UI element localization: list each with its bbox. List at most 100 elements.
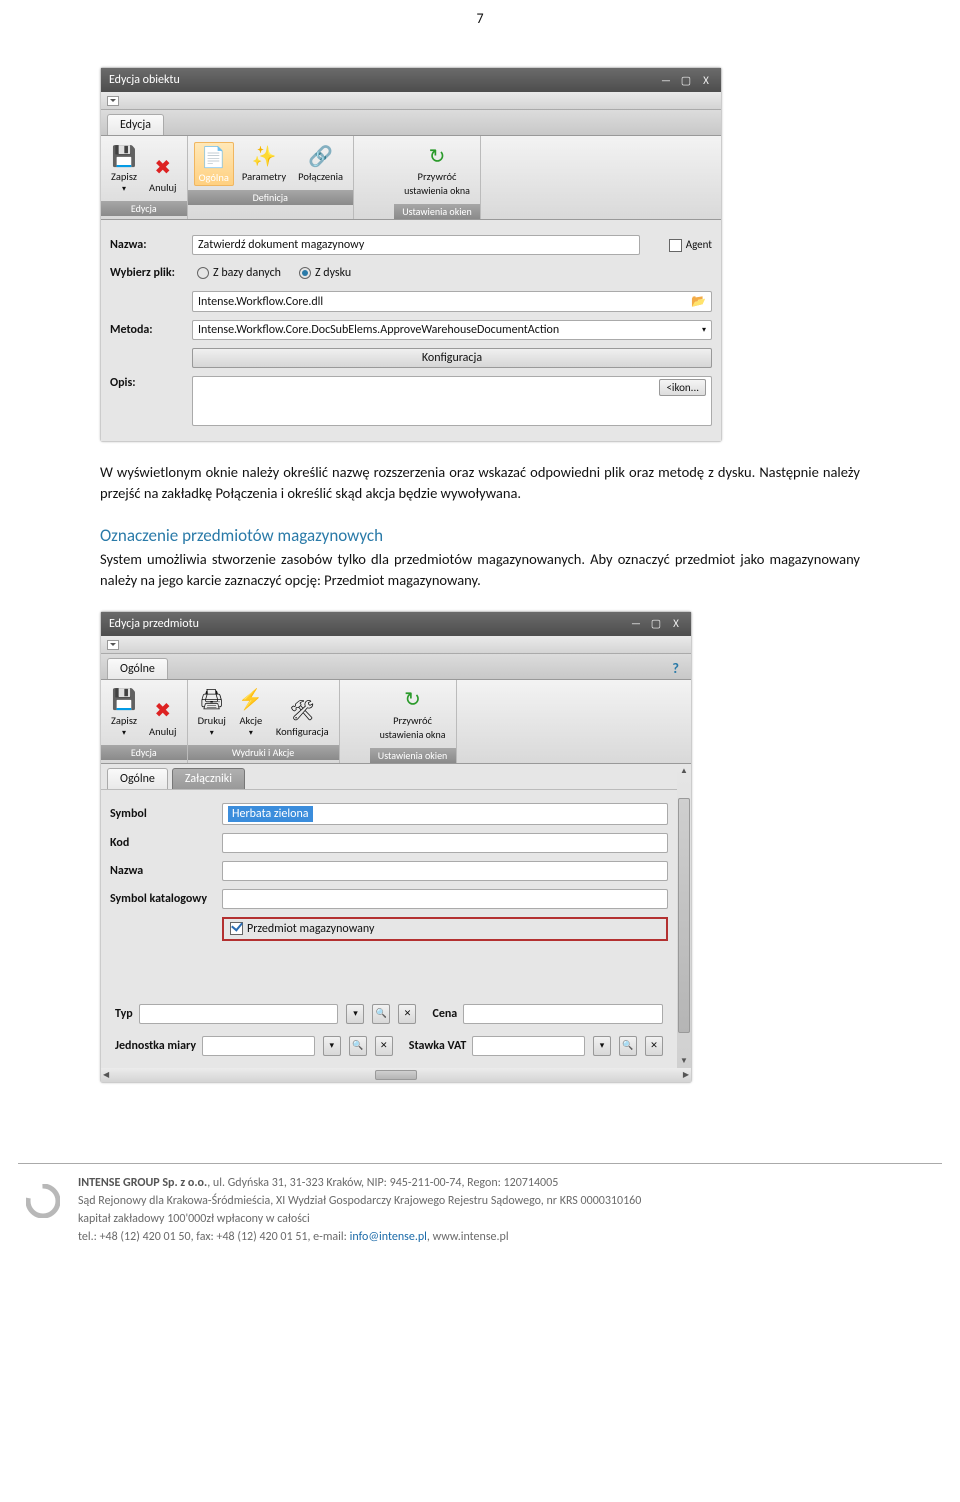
metoda-input[interactable]: Intense.Workflow.Core.DocSubElems.Approv… [192, 320, 712, 340]
tab-ogolne[interactable]: Ogólne [107, 658, 168, 679]
kod-input[interactable] [222, 833, 668, 853]
minimize-icon[interactable]: — [659, 74, 673, 86]
screenshot-edycja-przedmiotu: Edycja przedmiotu — ▢ X Ogólne ? 💾Zapisz… [100, 611, 692, 1083]
cancel-icon: ✖ [150, 154, 176, 180]
dropdown-icon[interactable]: ▾ [593, 1036, 611, 1056]
close-icon[interactable]: X [669, 618, 683, 630]
footer-email-link[interactable]: info@intense.pl [350, 1230, 427, 1244]
przywroc-button[interactable]: ↻Przywróćustawienia okna [400, 140, 474, 200]
close-icon[interactable]: X [699, 74, 713, 86]
nazwa-input[interactable] [222, 861, 668, 881]
search-icon[interactable]: 🔍 [372, 1004, 390, 1024]
ogolna-button[interactable]: 📄Ogólna [194, 142, 234, 186]
dropdown-icon[interactable] [107, 640, 119, 650]
page-footer: INTENSE GROUP Sp. z o.o., ul. Gdyńska 31… [18, 1163, 942, 1276]
footer-line2: Sąd Rejonowy dla Krakowa-Śródmieścia, XI… [78, 1192, 942, 1210]
dropdown-icon[interactable] [107, 96, 119, 106]
browse-icon[interactable]: 📂 [691, 294, 706, 309]
label-symbol: Symbol [109, 802, 221, 826]
przywroc-button[interactable]: ↻Przywróćustawienia okna [376, 684, 450, 744]
print-icon: 🖨 [199, 687, 225, 713]
ribbon-group-definicja: Definicja [188, 190, 354, 205]
cancel-icon: ✖ [150, 698, 176, 724]
radio-icon [299, 267, 311, 279]
titlebar[interactable]: Edycja obiektu — ▢ X [101, 68, 721, 92]
label-nazwa: Nazwa [109, 860, 221, 882]
restore-icon: ↻ [400, 687, 426, 713]
ribbon: 💾Zapisz▾ ✖Anuluj Edycja 🖨Drukuj▾ ⚡Akcje▾… [101, 680, 691, 764]
symbol-input[interactable]: Herbata zielona [222, 803, 668, 825]
minimize-icon[interactable]: — [629, 618, 643, 630]
drukuj-button[interactable]: 🖨Drukuj▾ [194, 684, 230, 741]
anuluj-button[interactable]: ✖Anuluj [145, 151, 181, 197]
parameters-icon: ✨ [251, 143, 277, 169]
search-icon[interactable]: 🔍 [349, 1036, 367, 1056]
subtab-zalaczniki[interactable]: Załączniki [172, 768, 245, 789]
radio-z-dysku[interactable]: Z dysku [299, 266, 351, 280]
akcje-button[interactable]: ⚡Akcje▾ [234, 684, 268, 741]
ribbon-group-edycja: Edycja [101, 201, 187, 216]
menubar[interactable] [101, 636, 691, 654]
symbol-kat-input[interactable] [222, 889, 668, 909]
subtab-ogolne[interactable]: Ogólne [107, 768, 168, 789]
maximize-icon[interactable]: ▢ [649, 618, 663, 630]
zapisz-button[interactable]: 💾Zapisz▾ [107, 140, 141, 197]
company-logo-icon [26, 1184, 60, 1218]
dropdown-icon[interactable]: ▾ [323, 1036, 341, 1056]
tabstrip: Edycja [101, 110, 721, 136]
scroll-up-icon[interactable]: ▲ [680, 766, 688, 776]
ribbon-group-ustawienia: Ustawienia okien [394, 204, 480, 219]
scroll-right-icon[interactable]: ▶ [683, 1070, 689, 1080]
zapisz-button[interactable]: 💾Zapisz▾ [107, 684, 141, 741]
konfiguracja-button[interactable]: 🛠Konfiguracja [272, 695, 333, 741]
search-icon[interactable]: 🔍 [619, 1036, 637, 1056]
label-opis: Opis: [109, 375, 191, 427]
footer-company: INTENSE GROUP Sp. z o.o. [78, 1176, 207, 1190]
window-title: Edycja przedmiotu [109, 617, 623, 631]
maximize-icon[interactable]: ▢ [679, 74, 693, 86]
source-radio-group: Z bazy danych Z dysku [192, 263, 712, 283]
dropdown-icon[interactable]: ▾ [346, 1004, 364, 1024]
ribbon-group-edycja: Edycja [101, 745, 187, 760]
opis-textarea[interactable]: <ikon... [192, 376, 712, 426]
dropdown-icon[interactable]: ▾ [702, 325, 706, 335]
typ-input[interactable] [139, 1004, 339, 1024]
help-icon[interactable]: ? [672, 659, 685, 677]
menubar[interactable] [101, 92, 721, 110]
agent-checkbox[interactable] [669, 239, 682, 252]
label-kod: Kod [109, 832, 221, 854]
horizontal-scrollbar[interactable]: ◀▶ [101, 1068, 691, 1082]
scroll-thumb[interactable] [375, 1070, 417, 1080]
scroll-thumb[interactable] [678, 798, 690, 1033]
cena-input[interactable] [463, 1004, 663, 1024]
file-input[interactable]: Intense.Workflow.Core.dll📂 [192, 291, 712, 312]
radio-z-bazy[interactable]: Z bazy danych [197, 266, 281, 280]
clear-icon[interactable]: ✕ [375, 1036, 393, 1056]
label-wybierz: Wybierz plik: [109, 262, 191, 284]
ribbon: 💾Zapisz▾ ✖Anuluj Edycja 📄Ogólna ✨Paramet… [101, 136, 721, 220]
nazwa-input[interactable]: Zatwierdź dokument magazynowy [192, 235, 640, 255]
titlebar[interactable]: Edycja przedmiotu — ▢ X [101, 612, 691, 636]
przedmiot-magazynowany-checkbox[interactable] [230, 922, 243, 935]
parametry-button[interactable]: ✨Parametry [238, 140, 290, 186]
footer-line3: kapitał zakładowy 100'000zł wpłacony w c… [78, 1210, 942, 1228]
subtabs: Ogólne Załączniki [101, 764, 677, 790]
anuluj-button[interactable]: ✖Anuluj [145, 695, 181, 741]
jednostka-input[interactable] [202, 1036, 315, 1056]
screenshot-edycja-obiektu: Edycja obiektu — ▢ X Edycja 💾Zapisz▾ ✖An… [100, 67, 722, 442]
connections-icon: 🔗 [308, 143, 334, 169]
scroll-down-icon[interactable]: ▼ [680, 1056, 688, 1066]
vertical-scrollbar[interactable]: ▲▼ [677, 764, 691, 1068]
label-przedmiot-mag: Przedmiot magazynowany [247, 922, 374, 936]
konfiguracja-button[interactable]: Konfiguracja [192, 348, 712, 368]
ikon-button[interactable]: <ikon... [659, 379, 706, 396]
vat-input[interactable] [472, 1036, 585, 1056]
polaczenia-button[interactable]: 🔗Połączenia [294, 140, 347, 186]
radio-icon [197, 267, 209, 279]
clear-icon[interactable]: ✕ [645, 1036, 663, 1056]
save-icon: 💾 [111, 687, 137, 713]
clear-icon[interactable]: ✕ [398, 1004, 416, 1024]
tab-edycja[interactable]: Edycja [107, 114, 164, 135]
label-symbol-kat: Symbol katalogowy [109, 888, 221, 910]
label-cena: Cena [432, 1007, 457, 1021]
